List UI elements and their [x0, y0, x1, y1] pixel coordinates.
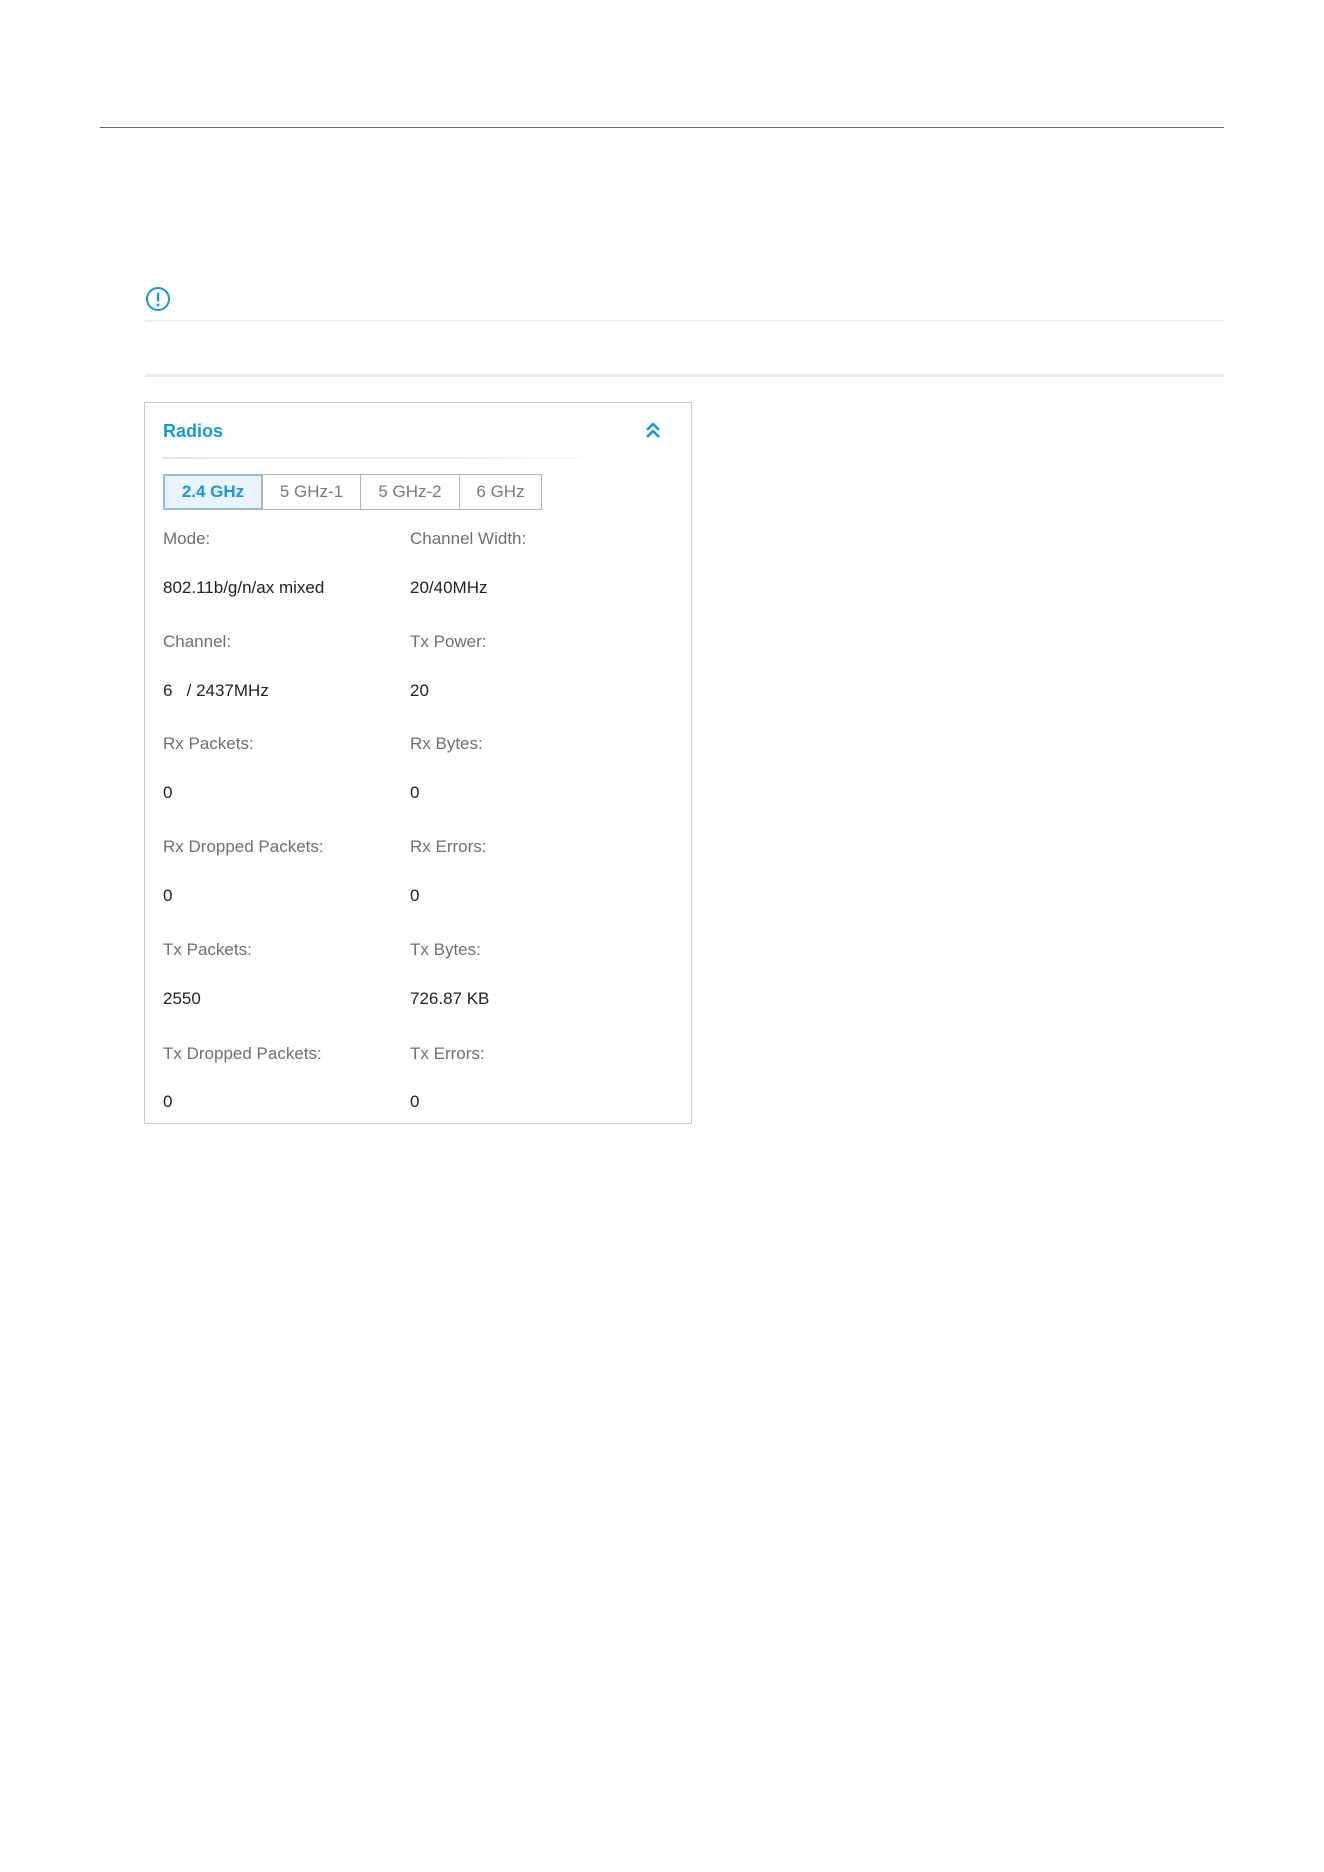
rx-packets-label: Rx Packets:	[163, 734, 254, 753]
card-title: Radios	[163, 421, 224, 441]
notice-divider	[145, 320, 1224, 322]
radios-card: Radios 2.4 GHz 5 GHz-1 5 GHz-2 6 GHz Mod…	[144, 402, 692, 1124]
tx-power-value: 20	[410, 681, 429, 700]
top-divider	[100, 127, 1224, 128]
channel-label: Channel:	[163, 632, 232, 651]
double-chevron-up-icon[interactable]	[642, 419, 664, 441]
tab-5-ghz-2[interactable]: 5 GHz-2	[360, 475, 459, 509]
rx-dropped-packets-label: Rx Dropped Packets:	[163, 837, 324, 856]
tx-packets-value: 2550	[163, 989, 201, 1008]
tx-dropped-packets-value: 0	[163, 1092, 173, 1111]
rx-bytes-label: Rx Bytes:	[410, 734, 483, 753]
tx-errors-label: Tx Errors:	[410, 1044, 485, 1063]
tab-2-4-ghz[interactable]: 2.4 GHz	[164, 475, 262, 509]
channel-value: 6 / 2437MHz	[163, 681, 269, 700]
rx-errors-label: Rx Errors:	[410, 837, 487, 856]
tx-bytes-value: 726.87 KB	[410, 989, 490, 1008]
band-tabs: 2.4 GHz 5 GHz-1 5 GHz-2 6 GHz	[163, 474, 542, 510]
exclamation-circle-icon	[146, 287, 170, 311]
mode-value: 802.11b/g/n/ax mixed	[163, 578, 325, 597]
rx-bytes-value: 0	[410, 783, 420, 802]
channel-width-label: Channel Width:	[410, 529, 527, 548]
mode-label: Mode:	[163, 529, 211, 548]
channel-width-value: 20/40MHz	[410, 578, 488, 597]
rx-dropped-packets-value: 0	[163, 886, 173, 905]
card-title-divider	[163, 457, 623, 459]
tx-dropped-packets-label: Tx Dropped Packets:	[163, 1044, 322, 1063]
rx-packets-value: 0	[163, 783, 173, 802]
tab-5-ghz-1[interactable]: 5 GHz-1	[262, 475, 360, 509]
rx-errors-value: 0	[410, 886, 420, 905]
tx-errors-value: 0	[410, 1092, 420, 1111]
section-divider	[145, 374, 1224, 377]
tx-packets-label: Tx Packets:	[163, 940, 252, 959]
tx-power-label: Tx Power:	[410, 632, 487, 651]
tx-bytes-label: Tx Bytes:	[410, 940, 481, 959]
tab-6-ghz[interactable]: 6 GHz	[459, 475, 541, 509]
